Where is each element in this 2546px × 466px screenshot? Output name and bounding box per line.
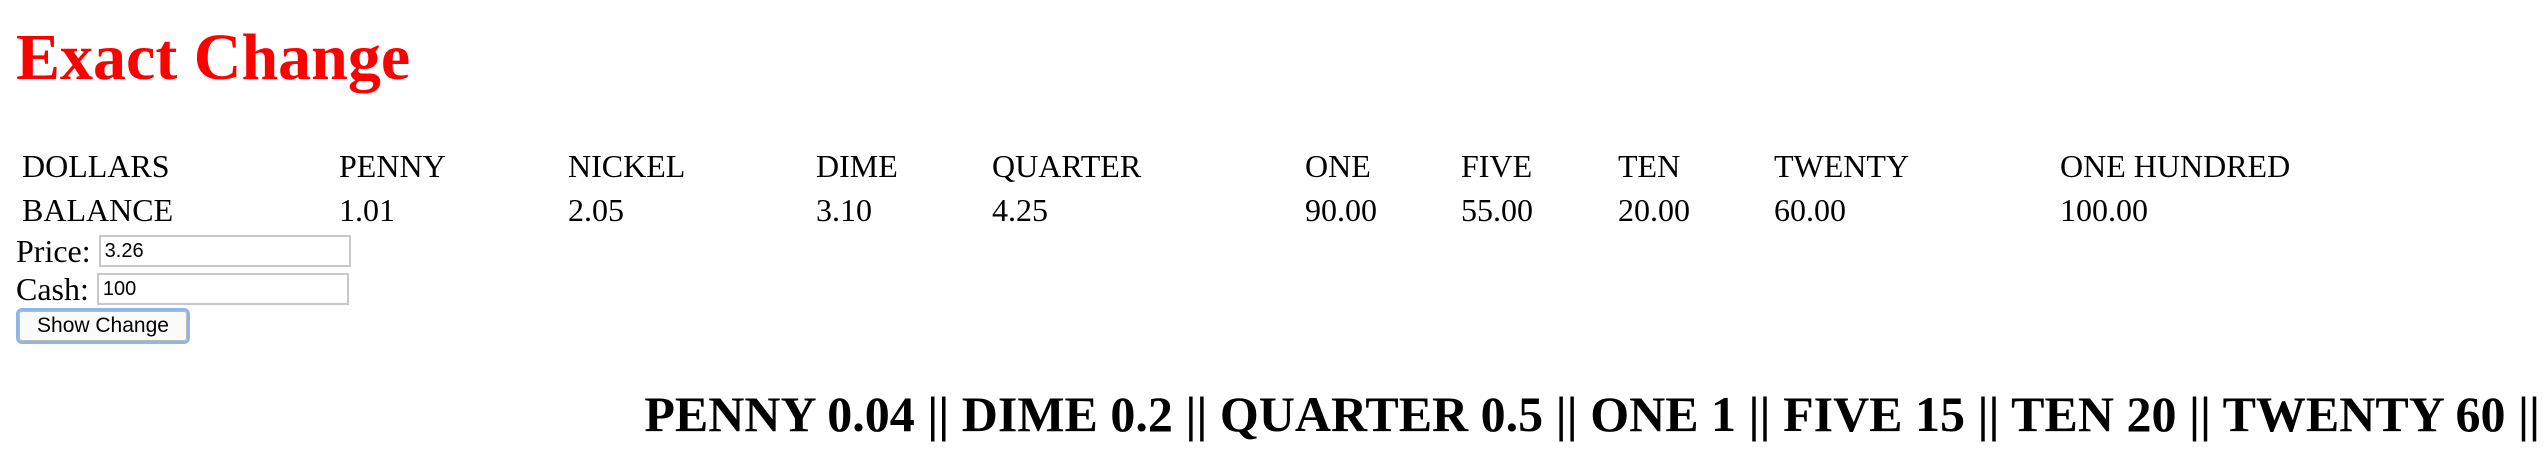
price-row: Price: bbox=[16, 232, 351, 270]
header-quarter: QUARTER bbox=[992, 148, 1142, 184]
price-label: Price: bbox=[16, 233, 91, 269]
balance-penny: 1.01 bbox=[339, 192, 395, 228]
page-title: Exact Change bbox=[16, 21, 411, 94]
header-penny: PENNY bbox=[339, 148, 446, 184]
denomination-table: DOLLARS PENNY NICKEL DIME QUARTER ONE FI… bbox=[22, 144, 2422, 232]
header-dollars: DOLLARS bbox=[22, 148, 170, 184]
cash-label: Cash: bbox=[16, 271, 89, 307]
header-five: FIVE bbox=[1461, 148, 1533, 184]
balance-five: 55.00 bbox=[1461, 192, 1533, 228]
table-header-row: DOLLARS PENNY NICKEL DIME QUARTER ONE FI… bbox=[22, 144, 2422, 188]
balance-dime: 3.10 bbox=[816, 192, 872, 228]
header-dime: DIME bbox=[816, 148, 898, 184]
balance-one-hundred: 100.00 bbox=[2060, 192, 2148, 228]
balance-one: 90.00 bbox=[1305, 192, 1377, 228]
header-ten: TEN bbox=[1618, 148, 1681, 184]
header-nickel: NICKEL bbox=[568, 148, 686, 184]
price-input[interactable] bbox=[98, 235, 351, 267]
balance-label: BALANCE bbox=[22, 192, 174, 228]
balance-nickel: 2.05 bbox=[568, 192, 624, 228]
cash-input[interactable] bbox=[96, 273, 349, 305]
show-change-button[interactable]: Show Change bbox=[16, 308, 190, 344]
table-balance-row: BALANCE 1.01 2.05 3.10 4.25 90.00 55.00 … bbox=[22, 188, 2422, 232]
balance-twenty: 60.00 bbox=[1774, 192, 1846, 228]
balance-ten: 20.00 bbox=[1618, 192, 1690, 228]
header-twenty: TWENTY bbox=[1774, 148, 1910, 184]
cash-row: Cash: bbox=[16, 270, 349, 308]
change-result: PENNY 0.04 || DIME 0.2 || QUARTER 0.5 ||… bbox=[644, 386, 2540, 442]
header-one-hundred: ONE HUNDRED bbox=[2060, 148, 2291, 184]
balance-quarter: 4.25 bbox=[992, 192, 1048, 228]
header-one: ONE bbox=[1305, 148, 1371, 184]
